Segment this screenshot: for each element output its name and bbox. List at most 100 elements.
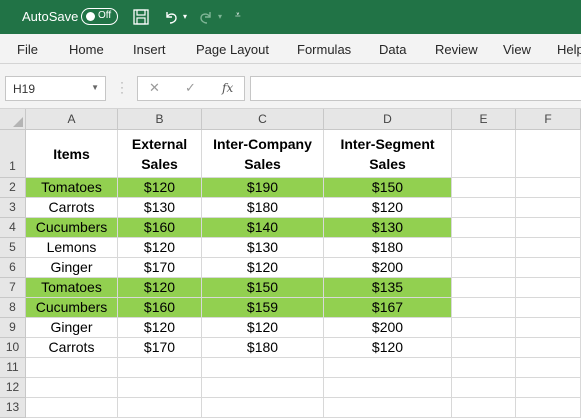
cell-d4[interactable]: $130 (324, 218, 452, 238)
undo-caret-icon[interactable]: ▾ (183, 12, 187, 21)
cell-c11[interactable] (202, 358, 324, 378)
cell-b6[interactable]: $170 (118, 258, 202, 278)
row-header-8[interactable]: 8 (0, 298, 26, 318)
cell-f12[interactable] (516, 378, 581, 398)
undo-icon[interactable] (161, 6, 181, 28)
cell-d10[interactable]: $120 (324, 338, 452, 358)
drag-handle-icon[interactable]: · · · (120, 76, 124, 98)
cell-e5[interactable] (452, 238, 516, 258)
cell-b9[interactable]: $120 (118, 318, 202, 338)
select-all-button[interactable] (0, 109, 26, 130)
cell-e2[interactable] (452, 178, 516, 198)
cell-f3[interactable] (516, 198, 581, 218)
cell-b10[interactable]: $170 (118, 338, 202, 358)
cell-d1-inter-segment-sales-header[interactable]: Inter-Segment Sales (324, 130, 452, 178)
cell-d13[interactable] (324, 398, 452, 418)
cell-c5[interactable]: $130 (202, 238, 324, 258)
insert-function-icon[interactable]: fx (222, 81, 233, 95)
column-header-c[interactable]: C (202, 109, 324, 130)
cell-a2[interactable]: Tomatoes (26, 178, 118, 198)
cell-d11[interactable] (324, 358, 452, 378)
redo-caret-icon[interactable]: ▾ (218, 12, 222, 21)
cell-a5[interactable]: Lemons (26, 238, 118, 258)
cell-c8[interactable]: $159 (202, 298, 324, 318)
cell-e9[interactable] (452, 318, 516, 338)
cell-c7[interactable]: $150 (202, 278, 324, 298)
cell-c12[interactable] (202, 378, 324, 398)
cell-f9[interactable] (516, 318, 581, 338)
enter-icon[interactable]: ✓ (185, 80, 196, 96)
cell-e3[interactable] (452, 198, 516, 218)
cell-e11[interactable] (452, 358, 516, 378)
cell-c6[interactable]: $120 (202, 258, 324, 278)
name-box[interactable]: H19 ▼ (5, 76, 106, 101)
row-header-4[interactable]: 4 (0, 218, 26, 238)
cell-c4[interactable]: $140 (202, 218, 324, 238)
cell-b12[interactable] (118, 378, 202, 398)
cell-e13[interactable] (452, 398, 516, 418)
row-header-6[interactable]: 6 (0, 258, 26, 278)
cell-b11[interactable] (118, 358, 202, 378)
tab-home[interactable]: Home (69, 42, 104, 57)
chevron-down-icon[interactable]: ▼ (91, 83, 99, 92)
row-header-1[interactable]: 1 (0, 130, 26, 178)
cell-f4[interactable] (516, 218, 581, 238)
cell-c10[interactable]: $180 (202, 338, 324, 358)
tab-insert[interactable]: Insert (133, 42, 166, 57)
cell-a3[interactable]: Carrots (26, 198, 118, 218)
customize-toolbar-icon[interactable]: ⩡ (235, 10, 241, 21)
row-header-5[interactable]: 5 (0, 238, 26, 258)
redo-icon[interactable] (196, 6, 216, 28)
cell-d2[interactable]: $150 (324, 178, 452, 198)
tab-file[interactable]: File (17, 42, 38, 57)
cell-f6[interactable] (516, 258, 581, 278)
cell-b2[interactable]: $120 (118, 178, 202, 198)
cell-a11[interactable] (26, 358, 118, 378)
cell-c9[interactable]: $120 (202, 318, 324, 338)
cell-d8[interactable]: $167 (324, 298, 452, 318)
tab-view[interactable]: View (503, 42, 531, 57)
tab-review[interactable]: Review (435, 42, 478, 57)
column-header-f[interactable]: F (516, 109, 581, 130)
cell-e12[interactable] (452, 378, 516, 398)
cell-b5[interactable]: $120 (118, 238, 202, 258)
cell-f5[interactable] (516, 238, 581, 258)
cell-d9[interactable]: $200 (324, 318, 452, 338)
cancel-icon[interactable]: ✕ (149, 80, 160, 96)
cell-e8[interactable] (452, 298, 516, 318)
cell-e7[interactable] (452, 278, 516, 298)
cell-e10[interactable] (452, 338, 516, 358)
cell-f1[interactable] (516, 130, 581, 178)
row-header-10[interactable]: 10 (0, 338, 26, 358)
tab-page-layout[interactable]: Page Layout (196, 42, 269, 57)
cell-a8[interactable]: Cucumbers (26, 298, 118, 318)
formula-input[interactable] (250, 76, 581, 101)
cell-c2[interactable]: $190 (202, 178, 324, 198)
row-header-3[interactable]: 3 (0, 198, 26, 218)
cell-a4[interactable]: Cucumbers (26, 218, 118, 238)
cell-d7[interactable]: $135 (324, 278, 452, 298)
cell-b3[interactable]: $130 (118, 198, 202, 218)
row-header-11[interactable]: 11 (0, 358, 26, 378)
cell-f11[interactable] (516, 358, 581, 378)
cell-a7[interactable]: Tomatoes (26, 278, 118, 298)
cell-d6[interactable]: $200 (324, 258, 452, 278)
cell-c3[interactable]: $180 (202, 198, 324, 218)
cell-b13[interactable] (118, 398, 202, 418)
cell-d5[interactable]: $180 (324, 238, 452, 258)
cell-b7[interactable]: $120 (118, 278, 202, 298)
cell-a12[interactable] (26, 378, 118, 398)
tab-data[interactable]: Data (379, 42, 406, 57)
row-header-7[interactable]: 7 (0, 278, 26, 298)
cell-e6[interactable] (452, 258, 516, 278)
cell-a6[interactable]: Ginger (26, 258, 118, 278)
row-header-12[interactable]: 12 (0, 378, 26, 398)
column-header-a[interactable]: A (26, 109, 118, 130)
cell-e1[interactable] (452, 130, 516, 178)
cell-f8[interactable] (516, 298, 581, 318)
cell-a1-items-header[interactable]: Items (26, 130, 118, 178)
cell-a10[interactable]: Carrots (26, 338, 118, 358)
cell-c1-inter-company-sales-header[interactable]: Inter-Company Sales (202, 130, 324, 178)
cell-a13[interactable] (26, 398, 118, 418)
cell-f2[interactable] (516, 178, 581, 198)
